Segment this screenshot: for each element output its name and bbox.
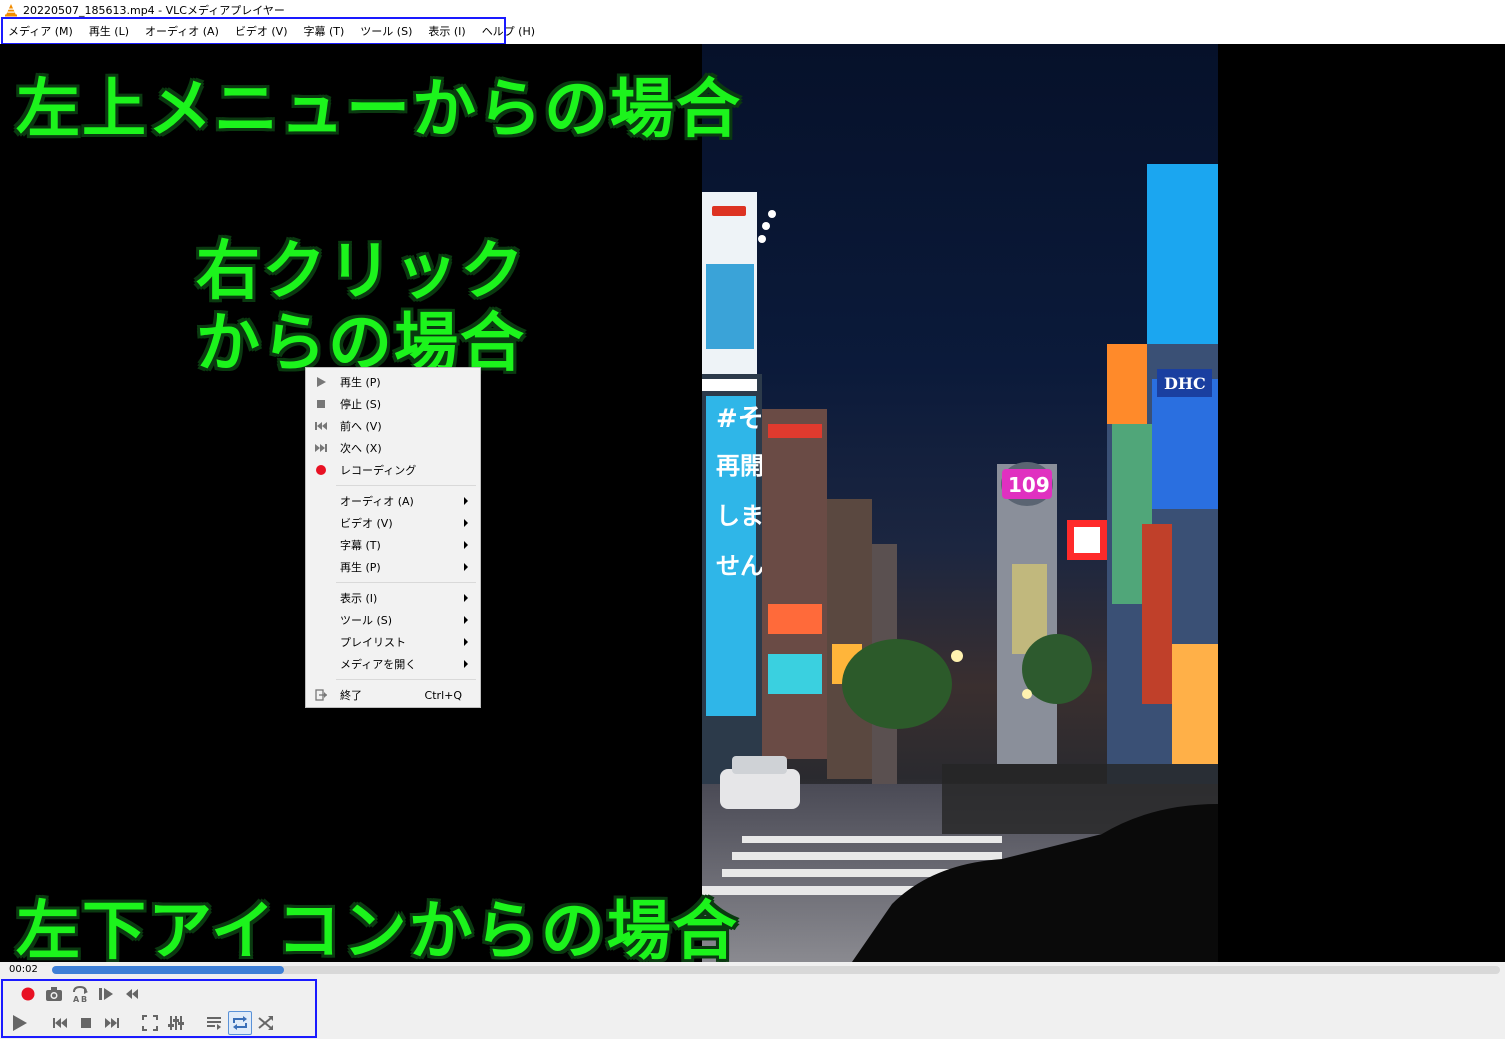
menu-view[interactable]: 表示 (I) bbox=[420, 20, 473, 44]
loop-icon bbox=[233, 1016, 247, 1030]
playlist-button[interactable] bbox=[202, 1011, 226, 1035]
menu-subtitle[interactable]: 字幕 (T) bbox=[295, 20, 352, 44]
sign-109: 109 bbox=[1008, 473, 1050, 497]
submenu-arrow-icon bbox=[464, 497, 468, 505]
ctx-record[interactable]: レコーディング bbox=[306, 459, 480, 481]
playlist-icon bbox=[207, 1017, 221, 1030]
ab-loop-button[interactable]: AB bbox=[68, 982, 92, 1006]
ctx-audio[interactable]: オーディオ (A) bbox=[306, 490, 480, 512]
ctx-stop[interactable]: 停止 (S) bbox=[306, 393, 480, 415]
context-menu: 再生 (P) 停止 (S) 前へ (V) 次へ (X) レコーディング オーディ… bbox=[305, 367, 481, 708]
menu-video[interactable]: ビデオ (V) bbox=[227, 20, 296, 44]
slower-button[interactable] bbox=[120, 982, 144, 1006]
ctx-prev[interactable]: 前へ (V) bbox=[306, 415, 480, 437]
video-area[interactable]: #そ 再開 しま せん 109 DHC 左上メニューからの場合 右クリック から… bbox=[0, 44, 1505, 962]
stop-button[interactable] bbox=[74, 1011, 98, 1035]
next-icon bbox=[105, 1018, 119, 1028]
frame-step-button[interactable] bbox=[94, 982, 118, 1006]
submenu-arrow-icon bbox=[464, 616, 468, 624]
title-bar: 20220507_185613.mp4 - VLCメディアプレイヤー bbox=[0, 0, 1505, 20]
ctx-play[interactable]: 再生 (P) bbox=[306, 371, 480, 393]
ctx-next[interactable]: 次へ (X) bbox=[306, 437, 480, 459]
submenu-arrow-icon bbox=[464, 519, 468, 527]
rewind-icon bbox=[126, 989, 138, 999]
ctx-playback[interactable]: 再生 (P) bbox=[306, 556, 480, 578]
menu-playback[interactable]: 再生 (L) bbox=[81, 20, 137, 44]
equalizer-icon bbox=[168, 1016, 184, 1030]
elapsed-time: 00:02 bbox=[9, 964, 38, 975]
menu-bar: メディア (M) 再生 (L) オーディオ (A) ビデオ (V) 字幕 (T)… bbox=[0, 20, 1505, 44]
video-frame: #そ 再開 しま せん 109 DHC bbox=[702, 44, 1218, 962]
previous-icon bbox=[53, 1018, 67, 1028]
city-night-photo: #そ 再開 しま せん 109 DHC bbox=[702, 164, 1218, 962]
ctx-open-media[interactable]: メディアを開く bbox=[306, 653, 480, 675]
play-icon bbox=[13, 1015, 27, 1031]
fullscreen-button[interactable] bbox=[138, 1011, 162, 1035]
fullscreen-icon bbox=[142, 1015, 158, 1031]
vlc-window: 20220507_185613.mp4 - VLCメディアプレイヤー メディア … bbox=[0, 0, 1505, 1039]
ctx-quit[interactable]: 終了 Ctrl+Q bbox=[306, 684, 480, 706]
window-title: 20220507_185613.mp4 - VLCメディアプレイヤー bbox=[23, 4, 285, 17]
menu-audio[interactable]: オーディオ (A) bbox=[137, 20, 227, 44]
next-icon bbox=[314, 441, 328, 455]
ctx-view[interactable]: 表示 (I) bbox=[306, 587, 480, 609]
shuffle-button[interactable] bbox=[254, 1011, 278, 1035]
annotation-bottom: 左下アイコンからの場合 bbox=[16, 895, 739, 962]
ctx-playlist[interactable]: プレイリスト bbox=[306, 631, 480, 653]
vlc-cone-icon bbox=[4, 3, 18, 17]
sign-vertical-2: 再開 bbox=[716, 452, 764, 480]
record-button[interactable] bbox=[16, 982, 40, 1006]
stop-icon bbox=[81, 1018, 91, 1028]
quit-shortcut: Ctrl+Q bbox=[424, 688, 462, 702]
ab-loop-icon: AB bbox=[73, 985, 88, 1003]
frame-step-icon bbox=[99, 988, 113, 1000]
extended-settings-button[interactable] bbox=[164, 1011, 188, 1035]
camera-icon bbox=[46, 987, 62, 1001]
ctx-subtitle[interactable]: 字幕 (T) bbox=[306, 534, 480, 556]
play-icon bbox=[314, 375, 328, 389]
sign-vertical-3: しま bbox=[716, 502, 764, 530]
snapshot-button[interactable] bbox=[42, 982, 66, 1006]
shuffle-icon bbox=[258, 1016, 273, 1030]
sign-dhc: DHC bbox=[1164, 374, 1206, 393]
exit-icon bbox=[314, 688, 328, 702]
play-button[interactable] bbox=[6, 1010, 34, 1036]
next-button[interactable] bbox=[100, 1011, 124, 1035]
record-icon bbox=[314, 463, 328, 477]
submenu-arrow-icon bbox=[464, 594, 468, 602]
loop-button[interactable] bbox=[228, 1011, 252, 1035]
menu-help[interactable]: ヘルプ (H) bbox=[474, 20, 543, 44]
seek-progress bbox=[52, 966, 284, 974]
submenu-arrow-icon bbox=[464, 638, 468, 646]
seek-bar-area: 00:02 bbox=[0, 962, 1505, 978]
previous-icon bbox=[314, 419, 328, 433]
ctx-video[interactable]: ビデオ (V) bbox=[306, 512, 480, 534]
ctx-separator bbox=[336, 582, 476, 583]
stop-icon bbox=[314, 397, 328, 411]
submenu-arrow-icon bbox=[464, 563, 468, 571]
seek-slider[interactable] bbox=[52, 966, 1500, 974]
ctx-tools[interactable]: ツール (S) bbox=[306, 609, 480, 631]
record-icon bbox=[21, 987, 35, 1001]
controls-bar: AB bbox=[0, 978, 1505, 1039]
svg-text:B: B bbox=[81, 995, 87, 1003]
sign-vertical-1: #そ bbox=[716, 404, 764, 434]
submenu-arrow-icon bbox=[464, 541, 468, 549]
menu-media[interactable]: メディア (M) bbox=[0, 20, 81, 44]
submenu-arrow-icon bbox=[464, 660, 468, 668]
ctx-separator bbox=[336, 679, 476, 680]
annotation-top: 左上メニューからの場合 bbox=[16, 73, 742, 147]
sign-vertical-4: せん bbox=[716, 552, 764, 580]
ctx-separator bbox=[336, 485, 476, 486]
menu-tools[interactable]: ツール (S) bbox=[352, 20, 420, 44]
previous-button[interactable] bbox=[48, 1011, 72, 1035]
svg-text:A: A bbox=[73, 995, 80, 1003]
